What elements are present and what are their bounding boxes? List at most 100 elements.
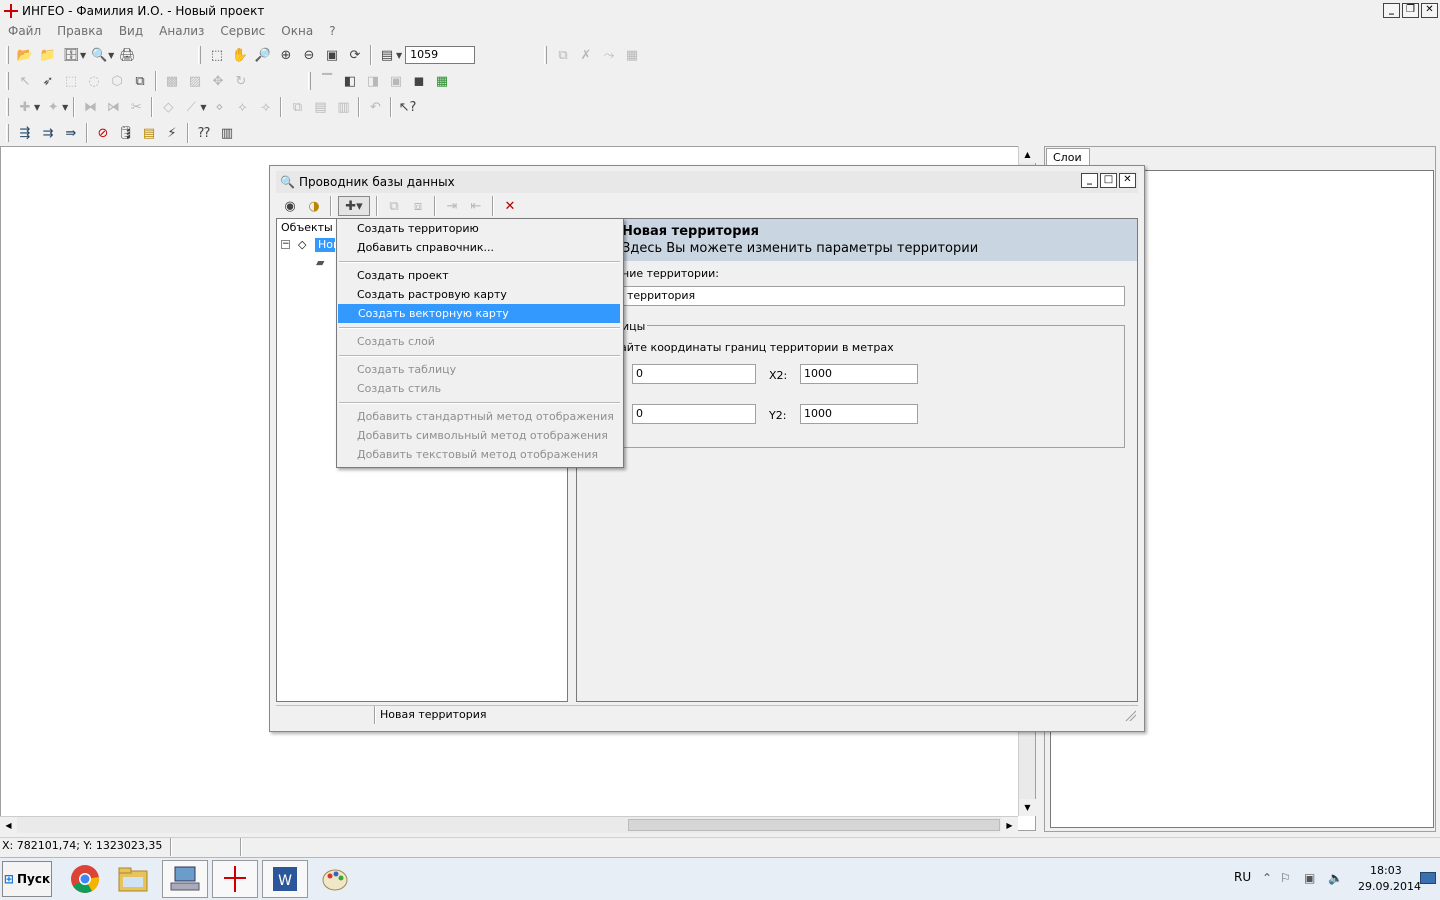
map-horizontal-scrollbar[interactable]: ◀ ▶ [0, 816, 1018, 834]
territory-name-input[interactable]: территория [620, 286, 1125, 306]
menu-item-create-vector-map[interactable]: Создать векторную карту [338, 304, 620, 323]
layer-down-icon[interactable]: ◨ [363, 71, 383, 91]
menu-service[interactable]: Сервис [212, 22, 273, 40]
menu-item-create-layer[interactable]: Создать слой [337, 332, 622, 351]
menu-item-add-text-method[interactable]: Добавить текстовый метод отображения [337, 445, 622, 464]
chevron-down-icon[interactable]: ▼ [200, 103, 206, 112]
filter-icon[interactable]: ⚡ [162, 123, 182, 143]
copy-object-icon[interactable]: ⧉ [384, 196, 404, 216]
database-stack-icon[interactable]: 🛢 [116, 123, 136, 143]
connect-db-icon[interactable]: ◉ [280, 196, 300, 216]
toolbar-grip[interactable] [6, 98, 9, 116]
show-desktop-icon[interactable] [1420, 872, 1436, 884]
select-poly-icon[interactable]: ⬡ [107, 71, 127, 91]
select-frame-icon[interactable]: ⬚ [207, 45, 227, 65]
merge-icon[interactable]: ⧒ [103, 97, 123, 117]
start-button[interactable]: ⊞ Пуск [2, 861, 52, 897]
search-icon[interactable]: 🔍 [89, 45, 109, 65]
taskbar-chrome[interactable] [62, 860, 108, 898]
tray-expand-icon[interactable]: ⌃ [1262, 871, 1272, 885]
copy-icon[interactable]: ⧉ [553, 45, 573, 65]
toolbar-grip[interactable] [198, 46, 201, 64]
chevron-down-icon[interactable]: ▼ [62, 103, 68, 112]
select-layer-icon[interactable]: ⧉ [130, 71, 150, 91]
tab-layers[interactable]: Слои [1046, 148, 1090, 166]
menu-item-create-table[interactable]: Создать таблицу [337, 360, 622, 379]
chevron-down-icon[interactable]: ▼ [108, 51, 114, 60]
zoom-out-icon[interactable]: ⊖ [299, 45, 319, 65]
link-icon[interactable]: ⤳ [599, 45, 619, 65]
pointer-icon[interactable]: ↖ [15, 71, 35, 91]
dialog-close-button[interactable]: ✕ [1119, 173, 1136, 188]
map-node-icon[interactable]: ▰ [316, 256, 324, 269]
taskbar-ingeo[interactable] [212, 860, 258, 898]
ungroup-icon[interactable]: ▨ [185, 71, 205, 91]
clock-time[interactable]: 18:03 [1370, 864, 1402, 877]
minimize-button[interactable]: _ [1383, 3, 1400, 18]
x2-input[interactable]: 1000 [800, 364, 918, 384]
layers-stack-icon[interactable]: ▦ [432, 71, 452, 91]
menu-item-create-raster-map[interactable]: Создать растровую карту [337, 285, 622, 304]
route-add-icon[interactable]: ⇛ [61, 123, 81, 143]
query-icon[interactable]: ⁇ [194, 123, 214, 143]
zoom-window-icon[interactable]: 🔎 [253, 45, 273, 65]
report-icon[interactable]: ▥ [217, 123, 237, 143]
x1-input[interactable]: 0 [632, 364, 756, 384]
menu-edit[interactable]: Правка [49, 22, 111, 40]
scale-icon[interactable]: ▤ [377, 45, 397, 65]
language-indicator[interactable]: RU [1234, 870, 1251, 884]
route-edit-icon[interactable]: ⇉ [38, 123, 58, 143]
close-button[interactable]: ✕ [1421, 3, 1438, 18]
table-yellow-icon[interactable]: ▤ [139, 123, 159, 143]
select-circle-icon[interactable]: ◌ [84, 71, 104, 91]
layer-bottom-icon[interactable]: ◼ [409, 71, 429, 91]
resize-grip-icon[interactable] [1124, 709, 1136, 721]
select-rect-icon[interactable]: ⬚ [61, 71, 81, 91]
restore-button[interactable]: ❐ [1402, 3, 1419, 18]
move-icon[interactable]: ✥ [208, 71, 228, 91]
taskbar-word[interactable]: W [262, 860, 308, 898]
zoom-extent-icon[interactable]: ▣ [322, 45, 342, 65]
open-db-icon[interactable]: ◑ [304, 196, 324, 216]
menu-analysis[interactable]: Анализ [151, 22, 212, 40]
create-new-dropdown-button[interactable]: ✚▾ [338, 196, 370, 216]
pointer-edit-icon[interactable]: ➶ [38, 71, 58, 91]
menu-view[interactable]: Вид [111, 22, 151, 40]
split-icon[interactable]: ⧓ [80, 97, 100, 117]
open-folder-icon[interactable]: 📂 [15, 45, 35, 65]
clock-date[interactable]: 29.09.2014 [1358, 880, 1421, 893]
tree-node-territory[interactable]: Нов [315, 238, 335, 252]
pan-hand-icon[interactable]: ✋ [230, 45, 250, 65]
scroll-left-icon[interactable]: ◀ [0, 817, 17, 834]
network-icon[interactable]: ▣ [1304, 871, 1315, 885]
menu-item-add-symbol-method[interactable]: Добавить символьный метод отображения [337, 426, 622, 445]
node-delete-icon[interactable]: ⟢ [255, 97, 275, 117]
dialog-maximize-button[interactable]: □ [1100, 173, 1117, 188]
refresh-icon[interactable]: ⟳ [345, 45, 365, 65]
chevron-down-icon[interactable]: ▼ [396, 51, 402, 60]
toolbar-grip[interactable] [544, 46, 547, 64]
menu-item-add-standard-method[interactable]: Добавить стандартный метод отображения [337, 407, 622, 426]
toolbar-grip[interactable] [6, 46, 9, 64]
volume-icon[interactable]: 🔈 [1328, 871, 1343, 885]
rotate-icon[interactable]: ↻ [231, 71, 251, 91]
delete-object-icon[interactable]: ✗ [576, 45, 596, 65]
semantics-icon[interactable]: ▥ [333, 97, 353, 117]
node-add-icon[interactable]: ⋄ [209, 97, 229, 117]
taskbar-explorer[interactable] [110, 860, 156, 898]
toolbar-grip[interactable] [6, 124, 9, 142]
dialog-minimize-button[interactable]: _ [1081, 173, 1098, 188]
menu-windows[interactable]: Окна [273, 22, 321, 40]
taskbar-ingeo-db[interactable] [162, 860, 208, 898]
menu-item-create-territory[interactable]: Создать территорию [337, 219, 622, 238]
toolbar-grip[interactable] [308, 72, 311, 90]
scroll-up-icon[interactable]: ▲ [1019, 146, 1036, 163]
tree-collapse-icon[interactable]: − [281, 240, 290, 249]
paste-object-icon[interactable]: ⧈ [408, 196, 428, 216]
taskbar-paint[interactable] [312, 860, 358, 898]
import-icon[interactable]: ⇤ [466, 196, 486, 216]
menu-item-create-project[interactable]: Создать проект [337, 266, 622, 285]
add-shape-icon[interactable]: ✦ [43, 97, 63, 117]
scroll-down-icon[interactable]: ▼ [1019, 799, 1036, 816]
menu-item-create-style[interactable]: Создать стиль [337, 379, 622, 398]
